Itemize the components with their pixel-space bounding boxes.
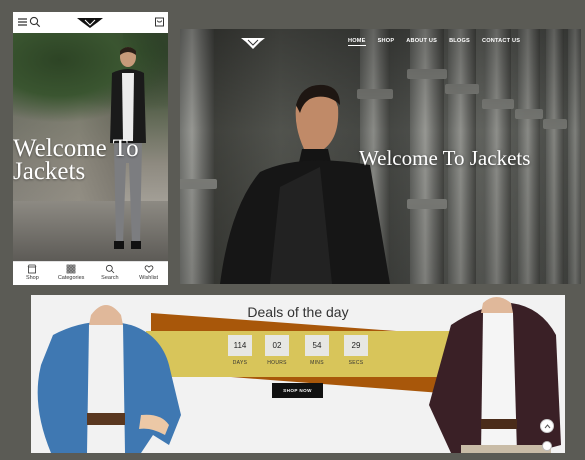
desktop-hero-title: Welcome To Jackets [359, 146, 531, 170]
countdown-label: SECS [348, 360, 364, 366]
menu-blogs[interactable]: BLOGS [449, 38, 470, 46]
countdown-mins: 54 MINS [305, 335, 329, 366]
hero-title-line-2: Jackets [13, 158, 86, 185]
nav-tab-label: Shop [25, 275, 39, 281]
mobile-hero-image: Welcome To Jackets [13, 33, 168, 271]
menu-shop[interactable]: SHOP [378, 38, 395, 46]
mobile-preview: Welcome To Jackets Shop Categories Searc… [13, 12, 168, 285]
countdown-hours: 02 HOURS [265, 335, 289, 366]
nav-tab-categories[interactable]: Categories [52, 262, 91, 285]
nav-tab-label: Search [101, 275, 119, 281]
brand-logo[interactable] [76, 16, 104, 29]
desktop-main-menu: HOME SHOP ABOUT US BLOGS CONTACT US [348, 38, 520, 46]
chat-widget-button[interactable] [542, 441, 552, 451]
menu-home[interactable]: HOME [348, 38, 366, 46]
nav-tab-label: Categories [57, 275, 85, 281]
brand-logo[interactable] [240, 36, 266, 50]
cart-icon[interactable] [153, 15, 167, 29]
scroll-to-top-button[interactable] [540, 419, 554, 433]
search-icon[interactable] [28, 15, 42, 29]
countdown-value: 02 [265, 335, 289, 356]
shop-now-button[interactable]: SHOP NOW [272, 383, 323, 398]
menu-about-us[interactable]: ABOUT US [406, 38, 437, 46]
nav-tab-label: Wishlist [139, 275, 159, 281]
store-icon [28, 264, 37, 274]
heart-icon [144, 265, 153, 274]
mobile-hero-title: Welcome To Jackets [13, 135, 139, 185]
mobile-bottom-nav: Shop Categories Search Wishlist [13, 261, 168, 285]
countdown-days: 114 DAYS [228, 335, 252, 366]
deals-of-the-day-banner: Deals of the day 114 DAYS 02 HOURS 54 MI… [31, 295, 565, 453]
menu-contact-us[interactable]: CONTACT US [482, 38, 520, 46]
countdown-label: DAYS [232, 360, 248, 366]
hero-title-line-1: Welcome To [13, 135, 139, 162]
countdown-value: 114 [228, 335, 252, 356]
nav-tab-wishlist[interactable]: Wishlist [129, 262, 168, 285]
desktop-preview: HOME SHOP ABOUT US BLOGS CONTACT US Welc… [180, 29, 581, 284]
nav-tab-shop[interactable]: Shop [13, 262, 52, 285]
search-icon [105, 264, 115, 274]
grid-icon [66, 264, 76, 274]
chevron-up-icon [544, 423, 550, 428]
countdown-value: 29 [344, 335, 368, 356]
countdown-secs: 29 SECS [344, 335, 368, 366]
mobile-header [13, 12, 168, 33]
countdown-value: 54 [305, 335, 329, 356]
deals-title: Deals of the day [247, 304, 349, 320]
nav-tab-search[interactable]: Search [91, 262, 130, 285]
countdown-label: HOURS [267, 360, 287, 366]
countdown-label: MINS [310, 360, 324, 366]
